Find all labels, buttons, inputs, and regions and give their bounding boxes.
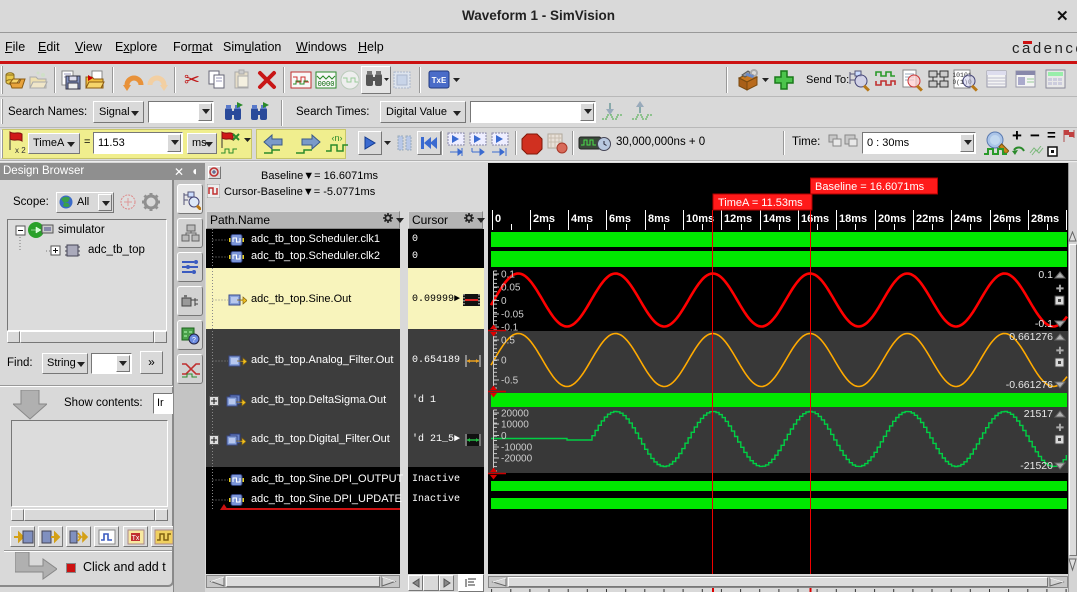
svg-text:14ms: 14ms [763, 213, 791, 225]
svg-text:‹n›: ‹n› [332, 133, 343, 143]
svg-text:4ms: 4ms [571, 213, 593, 225]
svg-text:0: 0 [501, 431, 507, 442]
svg-text:x 2: x 2 [15, 146, 26, 154]
svg-text:24ms: 24ms [954, 213, 982, 225]
svg-text:-21520: -21520 [1020, 460, 1053, 472]
svg-text:16ms: 16ms [801, 213, 829, 225]
svg-text:Baseline = 16.6071ms: Baseline = 16.6071ms [815, 181, 925, 193]
svg-text:✚: ✚ [1056, 423, 1064, 434]
svg-text:-10000: -10000 [501, 443, 533, 454]
svg-text:0000: 0000 [318, 81, 335, 89]
svg-text:6ms: 6ms [609, 213, 631, 225]
svg-text:-0.661276: -0.661276 [1006, 379, 1053, 391]
svg-text:8ms: 8ms [648, 213, 670, 225]
svg-text:0.1: 0.1 [1038, 269, 1053, 281]
svg-text:20ms: 20ms [878, 213, 906, 225]
svg-text:0: 0 [495, 213, 501, 225]
svg-text:12ms: 12ms [724, 213, 752, 225]
svg-text:-0.05: -0.05 [501, 310, 524, 321]
svg-text:0.05: 0.05 [501, 283, 521, 294]
svg-text:-20000: -20000 [501, 454, 533, 465]
svg-text:10000: 10000 [501, 420, 529, 431]
svg-text:2ms: 2ms [533, 213, 555, 225]
svg-text:✚: ✚ [1056, 284, 1064, 295]
svg-text:0: 0 [501, 356, 507, 367]
svg-text:0.661276: 0.661276 [1009, 331, 1053, 343]
svg-text:0: 0 [501, 296, 507, 307]
svg-text:22ms: 22ms [916, 213, 944, 225]
svg-text:20000: 20000 [501, 409, 529, 420]
svg-text:✚: ✚ [1056, 346, 1064, 357]
svg-text:21517: 21517 [1024, 408, 1053, 420]
svg-text:26ms: 26ms [993, 213, 1021, 225]
svg-text:28ms: 28ms [1031, 213, 1059, 225]
svg-text:?: ? [192, 337, 196, 344]
svg-text:10ms: 10ms [686, 213, 714, 225]
svg-text:18ms: 18ms [839, 213, 867, 225]
svg-text:0.5: 0.5 [501, 336, 515, 347]
svg-text:TimeA = 11.53ms: TimeA = 11.53ms [718, 197, 803, 209]
svg-text:TxE: TxE [432, 76, 447, 85]
svg-text:-0.5: -0.5 [501, 376, 519, 387]
svg-text:0.1: 0.1 [501, 270, 515, 281]
svg-text:-0.1: -0.1 [1035, 318, 1053, 330]
svg-text:Tx: Tx [132, 535, 140, 542]
svg-text:✂: ✂ [184, 70, 200, 91]
svg-text:-0.1: -0.1 [501, 323, 519, 334]
